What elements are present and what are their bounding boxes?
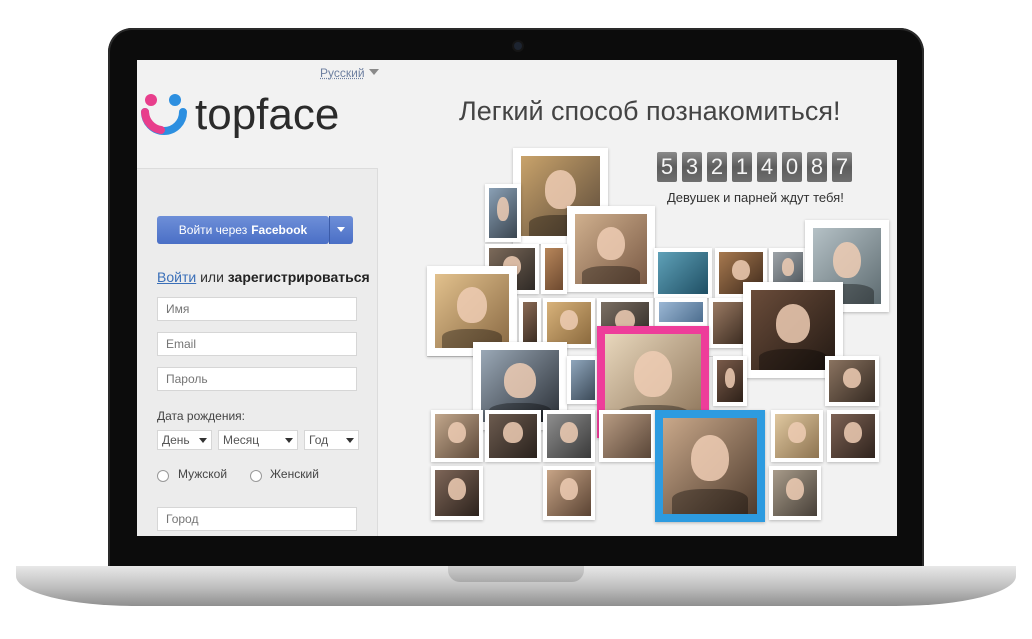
profile-photo[interactable] <box>567 206 655 292</box>
logo[interactable]: topface <box>137 88 385 144</box>
facebook-login-button[interactable]: Войти через Facebook <box>157 216 329 244</box>
profile-photo[interactable] <box>713 356 747 406</box>
logo-text: topface <box>195 90 340 139</box>
counter-digit: 2 <box>707 152 727 182</box>
profile-photo[interactable] <box>825 356 879 406</box>
profile-photo[interactable] <box>543 410 595 462</box>
gender-male-radio[interactable] <box>157 470 169 482</box>
counter-digit: 7 <box>832 152 852 182</box>
camera-icon <box>514 42 522 50</box>
year-select-value: Год <box>309 433 329 447</box>
month-select[interactable]: Месяц <box>218 430 298 450</box>
chevron-down-icon <box>368 69 379 75</box>
registration-sidebar: Войти через Facebook Войти или зарегистри… <box>137 168 378 536</box>
profile-photo[interactable] <box>654 248 712 298</box>
auth-line: Войти или зарегистрироваться <box>157 269 370 285</box>
profile-photo[interactable] <box>519 298 541 348</box>
profile-photo[interactable] <box>709 298 747 348</box>
chevron-down-icon <box>346 438 354 443</box>
profile-photo[interactable] <box>431 410 483 462</box>
login-link[interactable]: Войти <box>157 269 196 285</box>
language-selector[interactable]: Русский <box>320 66 379 80</box>
profile-photo[interactable] <box>431 466 483 520</box>
gender-female-label: Женский <box>270 467 319 481</box>
day-select[interactable]: День <box>157 430 212 450</box>
year-select[interactable]: Год <box>304 430 359 450</box>
or-text: или <box>200 269 224 285</box>
profile-photo[interactable] <box>827 410 879 462</box>
gender-male-label: Мужской <box>178 467 228 481</box>
language-label: Русский <box>320 66 365 80</box>
facebook-options-button[interactable] <box>329 216 353 244</box>
profile-photo-highlighted[interactable] <box>655 410 765 522</box>
profile-photo[interactable] <box>599 410 655 462</box>
register-label: зарегистрироваться <box>227 269 370 285</box>
profile-photo[interactable] <box>485 410 541 462</box>
profile-photo[interactable] <box>567 356 599 404</box>
screen: Русский topface Войти через Facebook Войт… <box>137 60 897 536</box>
name-input[interactable] <box>157 297 357 321</box>
email-input[interactable] <box>157 332 357 356</box>
profile-photo[interactable] <box>771 410 823 462</box>
counter-digit: 1 <box>732 152 752 182</box>
counter-digit: 5 <box>657 152 677 182</box>
counter-digit: 4 <box>757 152 777 182</box>
counter-digit: 8 <box>807 152 827 182</box>
gender-female-radio[interactable] <box>250 470 262 482</box>
month-select-value: Месяц <box>223 433 260 447</box>
facebook-login-prefix: Войти через <box>178 223 248 237</box>
counter-digit: 0 <box>782 152 802 182</box>
city-input[interactable] <box>157 507 357 531</box>
day-select-value: День <box>162 433 190 447</box>
laptop-notch <box>448 566 584 582</box>
chevron-down-icon <box>285 438 293 443</box>
profile-photo[interactable] <box>541 244 567 294</box>
page-headline: Легкий способ познакомиться! <box>459 96 841 126</box>
profile-photo[interactable] <box>655 298 707 326</box>
facebook-brand-label: Facebook <box>251 223 308 237</box>
chevron-down-icon <box>337 227 345 232</box>
counter-caption: Девушек и парней ждут тебя! <box>667 190 844 205</box>
counter-digit: 3 <box>682 152 702 182</box>
profile-photo[interactable] <box>543 298 595 348</box>
logo-icon <box>141 94 187 135</box>
chevron-down-icon <box>199 438 207 443</box>
password-input[interactable] <box>157 367 357 391</box>
dob-label: Дата рождения: <box>157 409 245 423</box>
profile-photo[interactable] <box>769 466 821 520</box>
profile-photo[interactable] <box>543 466 595 520</box>
profile-photo[interactable] <box>485 184 521 242</box>
